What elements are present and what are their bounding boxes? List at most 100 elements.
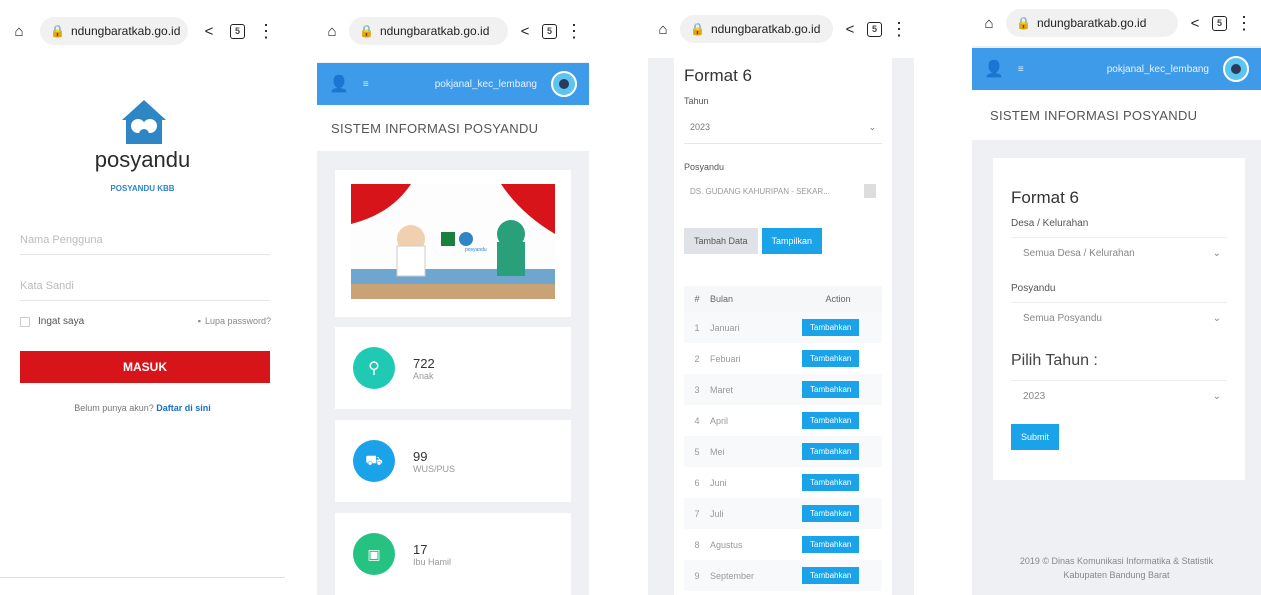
home-icon[interactable]: ⌂ xyxy=(10,23,28,40)
address-bar[interactable]: 🔒 ndungbaratkab.go.id xyxy=(1006,9,1178,37)
chevron-down-icon: ⌄ xyxy=(868,122,876,132)
checkbox-box[interactable] xyxy=(20,316,30,327)
add-data-button[interactable]: Tambah Data xyxy=(684,228,758,254)
table-row: 5 Mei Tambahkan xyxy=(684,436,882,467)
user-name[interactable]: pokjanal_kec_lembang xyxy=(435,79,537,90)
no-account-text: Belum punya akun? xyxy=(74,403,154,413)
login-subtitle: POSYANDU KBB xyxy=(110,184,175,193)
chevron-down-icon: ⌄ xyxy=(1212,391,1221,402)
add-row-button[interactable]: Tambahkan xyxy=(802,319,860,336)
share-icon[interactable]: < xyxy=(841,21,859,38)
desa-label: Desa / Kelurahan xyxy=(1011,218,1089,229)
posyandu-label: Posyandu xyxy=(684,162,725,172)
address-bar[interactable]: 🔒 ndungbaratkab.go.id xyxy=(349,17,508,45)
app-header: 👤 ≡ pokjanal_kec_lembang xyxy=(972,48,1261,90)
form-title: Format 6 xyxy=(684,66,753,85)
filter-card: Format 6 Desa / Kelurahan Semua Desa / K… xyxy=(993,158,1245,480)
share-icon[interactable]: < xyxy=(516,23,534,40)
address-bar[interactable]: 🔒 ndungbaratkab.go.id xyxy=(680,15,833,43)
footer: 2019 © Dinas Komunikasi Informatika & St… xyxy=(972,554,1261,582)
banner-image: posyandu xyxy=(351,184,555,299)
row-month: September xyxy=(710,570,755,581)
address-bar[interactable]: 🔒 ndungbaratkab.go.id xyxy=(40,17,188,45)
lock-icon: 🔒 xyxy=(1016,16,1031,30)
add-row-button[interactable]: Tambahkan xyxy=(802,536,860,553)
brand-name: posyandu xyxy=(94,147,191,172)
year-select[interactable]: 2023 ⌄ xyxy=(1011,380,1227,412)
browser-bar: ⌂ 🔒 ndungbaratkab.go.id < 5 ⋮ xyxy=(0,0,285,62)
row-month: Maret xyxy=(710,384,734,395)
row-number: 1 xyxy=(694,322,700,333)
browser-bar: ⌂ 🔒 ndungbaratkab.go.id < 5 ⋮ xyxy=(317,0,589,62)
profile-icon[interactable]: 👤 xyxy=(984,59,1004,79)
login-screen: ⌂ 🔒 ndungbaratkab.go.id < 5 ⋮ posyandu PO… xyxy=(0,0,285,578)
url-text: ndungbaratkab.go.id xyxy=(379,24,490,38)
url-text: ndungbaratkab.go.id xyxy=(710,22,821,36)
tabs-icon[interactable]: 5 xyxy=(542,23,557,39)
username-input[interactable]: Nama Pengguna xyxy=(20,226,270,255)
logo xyxy=(118,96,170,148)
stat-value: 17 xyxy=(413,541,428,557)
menu-icon[interactable]: ⋮ xyxy=(890,20,908,38)
posyandu-select[interactable]: Semua Posyandu ⌄ xyxy=(1011,302,1227,334)
add-row-button[interactable]: Tambahkan xyxy=(802,505,860,522)
year-label: Tahun xyxy=(684,96,709,106)
home-icon[interactable]: ⌂ xyxy=(654,21,672,38)
footer-copyright: 2019 © Dinas Komunikasi Informatika & St… xyxy=(1019,556,1214,566)
banner-caption: posyandu xyxy=(465,247,487,253)
posyandu-value: Semua Posyandu xyxy=(1023,313,1102,324)
wallet-icon: ▣ xyxy=(353,533,395,575)
posyandu-label: Posyandu xyxy=(1011,283,1056,294)
tabs-icon[interactable]: 5 xyxy=(867,21,882,37)
password-input[interactable]: Kata Sandi xyxy=(20,272,270,301)
row-number: 6 xyxy=(694,477,700,488)
share-icon[interactable]: < xyxy=(1186,15,1204,32)
add-row-button[interactable]: Tambahkan xyxy=(802,474,860,491)
avatar[interactable] xyxy=(551,71,577,97)
login-button[interactable]: MASUK xyxy=(20,351,270,383)
add-row-button[interactable]: Tambahkan xyxy=(802,567,860,584)
tabs-icon[interactable]: 5 xyxy=(230,23,245,39)
stat-value: 722 xyxy=(413,355,435,371)
forgot-password-link[interactable]: ▪ Lupa password? xyxy=(198,316,271,326)
row-number: 2 xyxy=(694,353,700,364)
stat-card: ⚲ 722 Anak xyxy=(335,327,571,409)
add-row-button[interactable]: Tambahkan xyxy=(802,381,860,398)
title-strip: SISTEM INFORMASI POSYANDU xyxy=(972,90,1261,140)
desa-select[interactable]: Semua Desa / Kelurahan ⌄ xyxy=(1011,237,1227,269)
stat-label: WUS/PUS xyxy=(413,463,456,474)
stat-card: ▣ 17 Ibu Hamil xyxy=(335,513,571,595)
home-icon[interactable]: ⌂ xyxy=(980,15,998,32)
col-month: Bulan xyxy=(710,294,734,304)
register-link[interactable]: Daftar di sini xyxy=(156,403,211,413)
submit-button[interactable]: Submit xyxy=(1011,424,1060,450)
home-icon[interactable]: ⌂ xyxy=(323,23,341,40)
remember-checkbox[interactable]: Ingat saya xyxy=(20,316,84,327)
add-row-button[interactable]: Tambahkan xyxy=(802,350,860,367)
row-month: Agustus xyxy=(710,539,743,550)
user-name[interactable]: pokjanal_kec_lembang xyxy=(1107,64,1209,75)
menu-icon[interactable]: ⋮ xyxy=(257,22,275,40)
posyandu-select[interactable]: DS. GUDANG KAHURIPAN - SEKAR... xyxy=(684,176,882,206)
hamburger-icon[interactable]: ≡ xyxy=(363,79,369,90)
menu-icon[interactable]: ⋮ xyxy=(565,22,583,40)
browser-bar: ⌂ 🔒 ndungbaratkab.go.id < 5 ⋮ xyxy=(648,0,914,58)
lock-icon: 🔒 xyxy=(50,24,65,38)
share-icon[interactable]: < xyxy=(200,23,218,40)
chevron-down-icon: ⌄ xyxy=(1212,313,1221,324)
format6-screen: ⌂ 🔒 ndungbaratkab.go.id < 5 ⋮ Format 6 Ta… xyxy=(648,0,914,595)
tabs-icon[interactable]: 5 xyxy=(1212,15,1227,31)
footer-org: Kabupaten Bandung Barat xyxy=(1063,570,1170,580)
year-select[interactable]: 2023 ⌄ xyxy=(684,112,882,144)
app-header: 👤 ≡ pokjanal_kec_lembang xyxy=(317,63,589,105)
profile-icon[interactable]: 👤 xyxy=(329,74,349,94)
add-row-button[interactable]: Tambahkan xyxy=(802,412,860,429)
row-number: 9 xyxy=(694,570,700,581)
menu-icon[interactable]: ⋮ xyxy=(1235,14,1253,32)
year-label: Pilih Tahun : xyxy=(1011,352,1098,369)
row-month: Januari xyxy=(710,322,740,333)
add-row-button[interactable]: Tambahkan xyxy=(802,443,860,460)
show-button[interactable]: Tampilkan xyxy=(761,228,823,254)
avatar[interactable] xyxy=(1223,56,1249,82)
hamburger-icon[interactable]: ≡ xyxy=(1018,64,1024,75)
